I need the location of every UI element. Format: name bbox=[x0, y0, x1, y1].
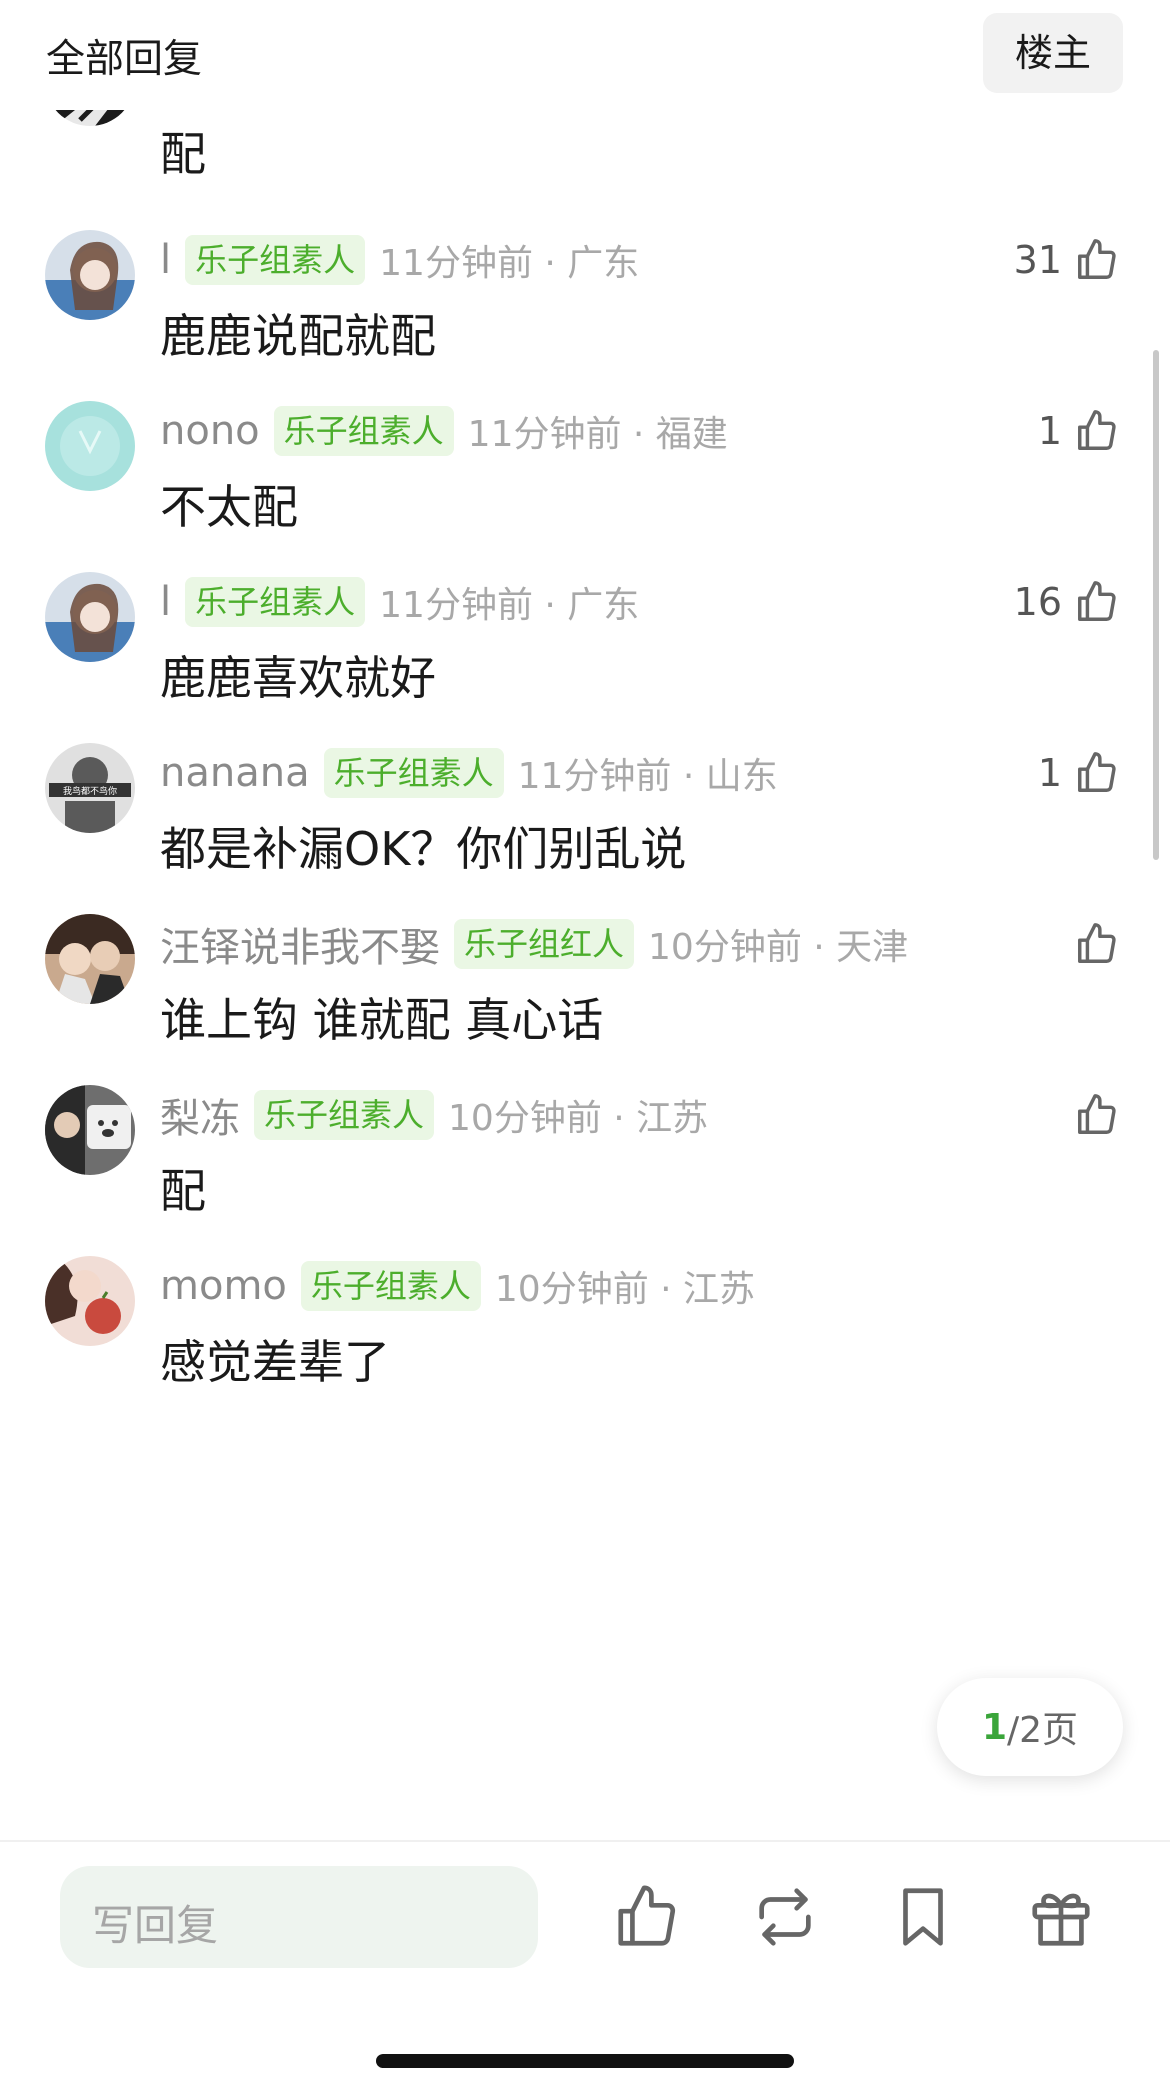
like-count: 1 bbox=[1037, 751, 1062, 795]
op-only-button[interactable]: 楼主 bbox=[983, 13, 1123, 93]
user-badge: 乐子组素人 bbox=[185, 235, 366, 285]
comment-text: 鹿鹿说配就配 bbox=[160, 309, 436, 363]
repost-icon[interactable] bbox=[750, 1882, 820, 1952]
user-badge: 乐子组素人 bbox=[323, 748, 504, 798]
comment-time: 10分钟前 · 江苏 bbox=[448, 1098, 709, 1139]
reply-input[interactable]: 写回复 bbox=[60, 1866, 538, 1968]
pager-total: /2页 bbox=[1007, 1710, 1079, 1751]
pager-current: 1 bbox=[981, 1706, 1007, 1748]
home-indicator[interactable] bbox=[376, 2054, 794, 2068]
comment-meta: nono 乐子组素人 11分钟前 · 福建 bbox=[160, 403, 728, 459]
username[interactable]: 汪铎说非我不娶 bbox=[160, 915, 440, 973]
comment-item: 汪铎说非我不娶 乐子组红人 10分钟前 · 天津 谁上钩 谁就配 真心话 bbox=[0, 914, 1170, 1114]
comment-meta: 汪铎说非我不娶 乐子组红人 10分钟前 · 天津 bbox=[160, 916, 908, 972]
user-badge: 乐子组素人 bbox=[185, 577, 366, 627]
comment-item: 梨冻 乐子组素人 10分钟前 · 江苏 配 bbox=[0, 1085, 1170, 1285]
comment-text: 感觉差辈了 bbox=[160, 1335, 390, 1389]
thumbs-up-icon bbox=[1078, 752, 1116, 792]
like-button[interactable] bbox=[1062, 1087, 1120, 1143]
reply-placeholder: 写回复 bbox=[92, 1901, 219, 1950]
user-badge: 乐子组素人 bbox=[254, 1090, 435, 1140]
comment-meta: l 乐子组素人 11分钟前 · 广东 bbox=[160, 232, 639, 288]
thumbs-up-icon bbox=[1078, 923, 1116, 963]
comment-time: 10分钟前 · 天津 bbox=[648, 927, 909, 968]
comment-time: 11分钟前 · 福建 bbox=[467, 414, 728, 455]
comment-text: 谁上钩 谁就配 真心话 bbox=[160, 993, 604, 1047]
thumbs-up-icon bbox=[1078, 410, 1116, 450]
comment-time: 10分钟前 · 江苏 bbox=[494, 1269, 756, 1310]
comment-text: 不太配 bbox=[160, 480, 298, 534]
like-button[interactable]: 16 bbox=[1014, 574, 1120, 630]
gift-icon[interactable] bbox=[1026, 1882, 1096, 1952]
thumbs-up-icon[interactable] bbox=[612, 1882, 682, 1952]
username[interactable]: l bbox=[160, 237, 171, 283]
comment-meta: nanana 乐子组素人 11分钟前 · 山东 bbox=[160, 745, 778, 801]
comment-time: 11分钟前 · 山东 bbox=[517, 756, 778, 797]
like-button[interactable]: 1 bbox=[1038, 403, 1120, 459]
comment-meta: l 乐子组素人 11分钟前 · 广东 bbox=[160, 574, 639, 630]
like-button[interactable] bbox=[1062, 916, 1120, 972]
avatar[interactable] bbox=[45, 401, 135, 491]
thumbs-up-icon bbox=[1078, 581, 1116, 621]
username[interactable]: nono bbox=[160, 408, 260, 454]
like-count: 31 bbox=[1013, 238, 1062, 282]
avatar[interactable] bbox=[45, 1085, 135, 1175]
page-title: 全部回复 bbox=[46, 37, 203, 82]
avatar[interactable] bbox=[45, 572, 135, 662]
bottom-action-bar: 写回复 bbox=[0, 1840, 1170, 2095]
thumbs-up-icon bbox=[1078, 239, 1116, 279]
comment-meta: momo 乐子组素人 10分钟前 · 江苏 bbox=[160, 1258, 755, 1314]
avatar[interactable] bbox=[45, 1256, 135, 1346]
page-indicator[interactable]: 1 /2页 bbox=[937, 1678, 1123, 1776]
like-count: 16 bbox=[1013, 580, 1062, 624]
user-badge: 乐子组素人 bbox=[300, 1261, 481, 1311]
comment-item: nono 乐子组素人 11分钟前 · 福建 1 不太配 bbox=[0, 401, 1170, 601]
user-badge: 乐子组红人 bbox=[454, 919, 635, 969]
thumbs-up-icon bbox=[1078, 1094, 1116, 1134]
comment-text: 都是补漏OK？你们别乱说 bbox=[160, 822, 687, 876]
comment-text: 鹿鹿喜欢就好 bbox=[160, 651, 436, 705]
user-badge: 乐子组素人 bbox=[273, 406, 454, 456]
scrollbar[interactable] bbox=[1153, 350, 1159, 860]
avatar[interactable] bbox=[45, 230, 135, 320]
comment-time: 11分钟前 · 广东 bbox=[379, 243, 640, 284]
like-button[interactable]: 1 bbox=[1038, 745, 1120, 801]
comment-item: 我鸟都不鸟你 nanana 乐子组素人 11分钟前 · 山东 1 都是补漏OK？… bbox=[0, 743, 1170, 943]
avatar-caption: 我鸟都不鸟你 bbox=[63, 785, 117, 797]
bookmark-icon[interactable] bbox=[888, 1882, 958, 1952]
username[interactable]: momo bbox=[160, 1263, 287, 1309]
top-header: 全部回复 楼主 bbox=[0, 0, 1170, 110]
username[interactable]: l bbox=[160, 579, 171, 625]
like-button[interactable]: 31 bbox=[1014, 232, 1120, 288]
avatar[interactable]: 我鸟都不鸟你 bbox=[45, 743, 135, 833]
comment-text: 配 bbox=[160, 127, 206, 181]
username[interactable]: 梨冻 bbox=[160, 1086, 240, 1144]
comment-item: momo 乐子组素人 10分钟前 · 江苏 感觉差辈了 bbox=[0, 1256, 1170, 1456]
username[interactable]: nanana bbox=[160, 750, 310, 796]
comment-item: l 乐子组素人 11分钟前 · 广东 16 鹿鹿喜欢就好 bbox=[0, 572, 1170, 772]
comment-text: 配 bbox=[160, 1164, 206, 1218]
comment-meta: 梨冻 乐子组素人 10分钟前 · 江苏 bbox=[160, 1087, 708, 1143]
comment-time: 11分钟前 · 广东 bbox=[379, 585, 640, 626]
comment-item: l 乐子组素人 11分钟前 · 广东 31 鹿鹿说配就配 bbox=[0, 230, 1170, 430]
avatar[interactable] bbox=[45, 914, 135, 1004]
like-count: 1 bbox=[1037, 409, 1062, 453]
